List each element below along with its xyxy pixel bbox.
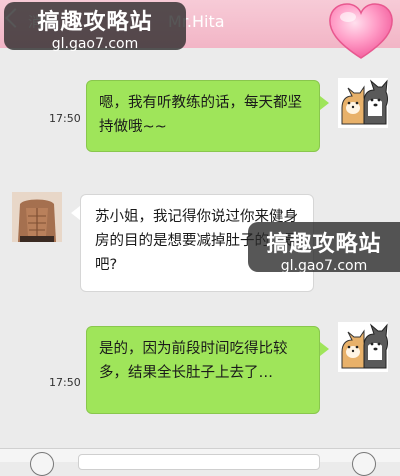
heart-icon — [329, 3, 393, 59]
voice-button[interactable] — [30, 452, 54, 476]
add-button[interactable] — [352, 452, 376, 476]
watermark-domain: gl.gao7.com — [280, 258, 368, 274]
sent-message-bubble[interactable]: 是的，因为前段时间吃得比较多，结果全长肚子上去了… — [86, 326, 320, 414]
contact-avatar[interactable] — [12, 192, 62, 242]
watermark-title: 搞趣攻略站 — [37, 10, 153, 35]
watermark-middle: 搞趣攻略站 gl.gao7.com — [248, 222, 400, 274]
bubble-tail — [71, 206, 80, 220]
message-time: 17:50 — [49, 376, 81, 389]
message-time: 17:50 — [49, 112, 81, 125]
watermark-top: 搞趣攻略站 gl.gao7.com — [4, 2, 186, 52]
abs-photo-avatar — [12, 192, 62, 242]
message-input[interactable] — [78, 454, 320, 470]
bubble-tail — [320, 96, 329, 110]
dog-avatar-icon — [338, 78, 388, 128]
bubble-tail — [320, 342, 329, 356]
dog-avatar-icon — [338, 322, 388, 372]
self-avatar[interactable] — [338, 78, 388, 128]
watermark-title: 搞趣攻略站 — [266, 232, 382, 257]
watermark-domain: gl.gao7.com — [51, 36, 139, 52]
self-avatar[interactable] — [338, 322, 388, 372]
sent-message-bubble[interactable]: 嗯，我有听教练的话，每天都坚持做哦~~ — [86, 80, 320, 152]
